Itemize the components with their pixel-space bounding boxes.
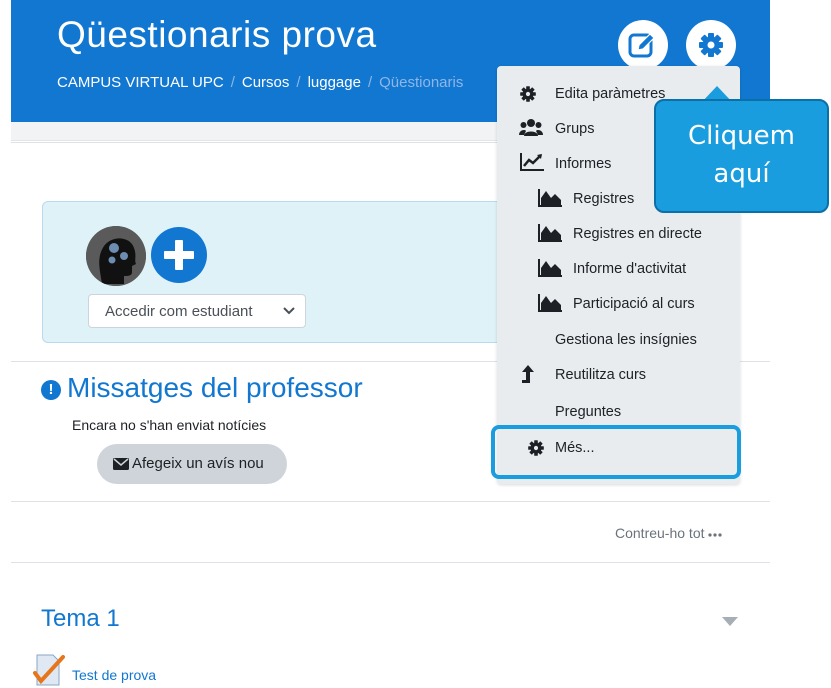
- plus-icon: [164, 240, 194, 270]
- menu-item-edit-settings[interactable]: Edita paràmetres: [520, 86, 666, 102]
- menu-item-label: Registres: [573, 191, 635, 207]
- menu-item-label: Edita paràmetres: [555, 86, 666, 102]
- users-icon: [519, 119, 543, 136]
- edit-pencil-icon: [628, 33, 655, 58]
- settings-menu-button[interactable]: [686, 20, 736, 70]
- quiz-checkmark-icon: [33, 654, 65, 686]
- menu-item-groups[interactable]: Grups: [519, 119, 595, 137]
- add-news-label: Afegeix un avís nou: [132, 455, 264, 472]
- breadcrumb-item-cursos[interactable]: Cursos: [242, 74, 290, 91]
- level-up-icon: [522, 365, 534, 383]
- menu-item-label: Reutilitza curs: [555, 367, 647, 383]
- divider: [11, 501, 770, 502]
- menu-item-activity-report[interactable]: Informe d'activitat: [538, 259, 687, 277]
- breadcrumb-item-campus[interactable]: CAMPUS VIRTUAL UPC: [57, 74, 224, 91]
- callout-line-2: aquí: [713, 159, 770, 189]
- collapse-all-label: Contreu-ho tot: [615, 525, 705, 541]
- activity-link[interactable]: Test de prova: [72, 667, 156, 683]
- collapse-all-link[interactable]: Contreu-ho tot: [615, 525, 722, 541]
- chevron-down-icon: [283, 307, 295, 315]
- news-title[interactable]: ! Missatges del professor: [41, 372, 363, 404]
- area-chart-icon: [538, 189, 562, 207]
- menu-item-label: Participació al curs: [573, 296, 695, 312]
- menu-item-badges[interactable]: Gestiona les insígnies: [555, 332, 697, 348]
- line-chart-icon: [520, 153, 544, 171]
- menu-item-label: Gestiona les insígnies: [555, 332, 697, 348]
- add-role-button[interactable]: [151, 227, 207, 283]
- highlight-more-item: [491, 425, 741, 479]
- page-title: Qüestionaris prova: [57, 14, 377, 55]
- menu-item-label: Registres en directe: [573, 226, 702, 242]
- envelope-icon: [113, 458, 129, 470]
- breadcrumb-item-current[interactable]: Qüestionaris: [379, 74, 463, 91]
- menu-item-label: Informe d'activitat: [573, 261, 687, 277]
- gear-icon: [699, 33, 723, 57]
- area-chart-icon: [538, 294, 562, 312]
- menu-item-reports[interactable]: Informes: [520, 153, 612, 172]
- section-title[interactable]: Tema 1: [41, 605, 120, 633]
- menu-item-logs[interactable]: Registres: [538, 189, 635, 207]
- menu-item-label: Informes: [555, 156, 612, 172]
- area-chart-icon: [538, 259, 562, 277]
- switch-role-select[interactable]: Accedir com estudiant: [88, 294, 306, 328]
- no-news-text: Encara no s'han enviat notícies: [72, 417, 267, 433]
- area-chart-icon: [538, 224, 562, 242]
- menu-item-reuse-course[interactable]: Reutilitza curs: [522, 365, 647, 383]
- menu-item-label: Grups: [555, 121, 595, 137]
- edit-mode-button[interactable]: [618, 20, 668, 70]
- callout-line-1: Cliquem: [688, 121, 795, 151]
- menu-item-participation[interactable]: Participació al curs: [538, 294, 695, 312]
- divider: [11, 562, 770, 563]
- brain-gears-icon: [86, 226, 146, 286]
- callout-bubble: Cliquem aquí: [654, 99, 829, 213]
- collapse-section-icon[interactable]: [722, 617, 738, 627]
- breadcrumb-item-course[interactable]: luggage: [308, 74, 361, 91]
- add-news-button[interactable]: Afegeix un avís nou: [97, 444, 287, 484]
- ellipsis-icon: [708, 533, 722, 537]
- select-value: Accedir com estudiant: [105, 303, 253, 320]
- exclamation-icon: !: [41, 380, 61, 400]
- breadcrumb: CAMPUS VIRTUAL UPC / Cursos / luggage / Qüesti…: [57, 74, 464, 91]
- menu-item-questions[interactable]: Preguntes: [555, 404, 621, 420]
- gear-icon: [520, 86, 536, 102]
- menu-item-live-logs[interactable]: Registres en directe: [538, 224, 702, 242]
- menu-item-label: Preguntes: [555, 404, 622, 420]
- news-title-text: Missatges del professor: [67, 372, 363, 403]
